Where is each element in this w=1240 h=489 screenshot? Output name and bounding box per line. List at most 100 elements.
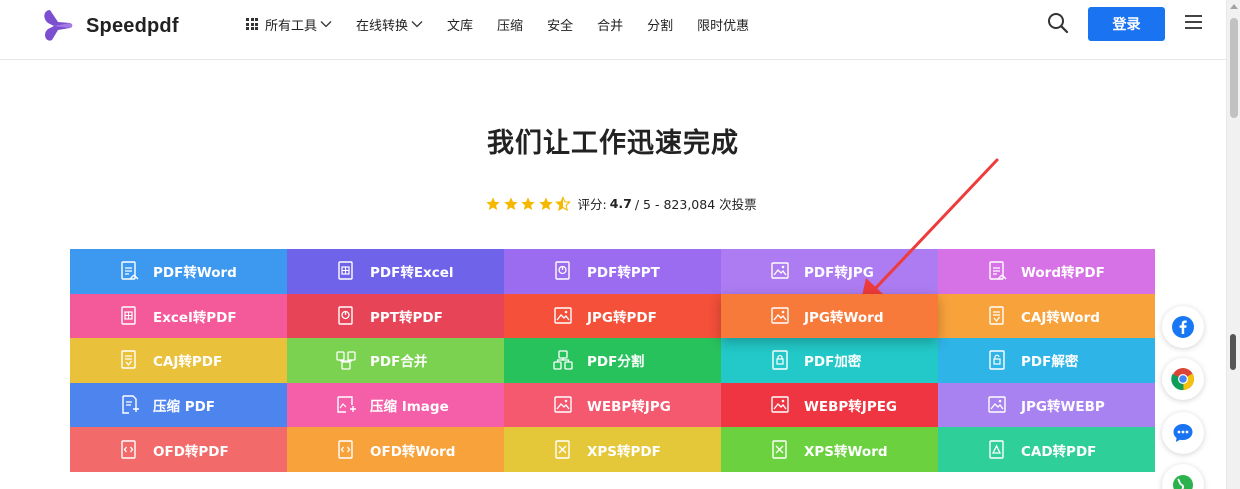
tool-tile[interactable]: XPS转PDF [504, 427, 721, 472]
nav-split[interactable]: 分割 [647, 15, 673, 34]
nav-all-tools[interactable]: 所有工具 [246, 15, 332, 34]
file-xps-icon [772, 439, 787, 459]
file-image-icon [771, 262, 789, 279]
rating-prefix: 评分: [577, 197, 607, 212]
file-doc-icon [989, 261, 1007, 280]
tool-tile[interactable]: WEBP转JPEG [721, 382, 938, 428]
nav-merge[interactable]: 合并 [597, 15, 623, 34]
compress-image-icon [337, 396, 356, 413]
top-header: Speedpdf 所有工具 在线转换 文库 压缩 安全 合并 分割 限时优惠 登… [0, 0, 1226, 60]
tool-tile[interactable]: OFD转PDF [70, 427, 287, 472]
tools-grid: PDF转Word PDF转Excel PDF转PPT PDF转JPG Word转PDF E… [70, 249, 1155, 472]
tool-tile[interactable]: JPG转PDF [504, 293, 721, 339]
scroll-thumb[interactable] [1230, 18, 1238, 118]
tool-label: CAJ转Word [1021, 309, 1100, 326]
nav-label: 所有工具 [265, 18, 318, 34]
nav-label: 文库 [447, 18, 474, 34]
tool-tile[interactable]: PDF转PPT [504, 249, 721, 294]
tool-label: PDF解密 [1021, 354, 1079, 371]
rating-summary: 评分: 4.7 / 5 - 823,084 次投票 [485, 194, 757, 213]
tool-label: PDF转Word [153, 265, 237, 282]
tool-tile[interactable]: PDF解密 [938, 338, 1155, 383]
tool-label: PDF分割 [587, 354, 645, 371]
brand-logo[interactable]: Speedpdf [36, 8, 179, 44]
tool-tile[interactable]: JPG转WEBP [938, 382, 1155, 428]
star-rating [485, 195, 573, 212]
tool-tile[interactable]: PDF转JPG [721, 249, 938, 294]
tool-tile[interactable]: CAJ转PDF [70, 338, 287, 383]
tool-label: XPS转Word [804, 443, 888, 460]
file-caj-icon [121, 350, 136, 370]
tool-tile[interactable]: 压缩 Image [287, 382, 504, 428]
tool-label: PDF加密 [804, 354, 862, 371]
chrome-extension-button[interactable] [1162, 358, 1204, 400]
scroll-up-arrow-icon[interactable] [1230, 4, 1238, 9]
globe-icon [1173, 475, 1193, 489]
file-image-icon [771, 307, 789, 324]
file-xps-icon [555, 439, 570, 459]
tool-tile[interactable]: Excel转PDF [70, 293, 287, 339]
merge-icon [336, 351, 356, 371]
file-caj-icon [989, 306, 1004, 325]
chrome-icon [1171, 368, 1194, 391]
rating-votes: / 5 - 823,084 次投票 [634, 197, 757, 212]
tool-label: PDF转Excel [370, 265, 454, 282]
chat-icon [1173, 424, 1193, 442]
split-icon [553, 350, 573, 371]
tool-tile[interactable]: PDF合并 [287, 338, 504, 383]
nav-label: 合并 [597, 18, 624, 34]
tool-tile[interactable]: Word转PDF [938, 249, 1155, 294]
file-code-icon [121, 439, 136, 459]
nav-library[interactable]: 文库 [447, 15, 473, 34]
tool-label: XPS转PDF [587, 443, 661, 460]
tool-label: OFD转Word [370, 443, 456, 460]
search-icon[interactable] [1047, 12, 1069, 34]
main-nav: 所有工具 在线转换 文库 压缩 安全 合并 分割 限时优惠 [246, 0, 773, 48]
tool-label: WEBP转JPEG [804, 399, 898, 416]
scroll-position-marker [1230, 334, 1236, 370]
file-image-icon [554, 396, 572, 413]
tool-tile[interactable]: XPS转Word [721, 427, 938, 472]
page-scrollbar[interactable] [1226, 0, 1240, 489]
tool-label: Excel转PDF [153, 309, 237, 326]
nav-label: 在线转换 [356, 18, 409, 34]
tool-tile[interactable]: PDF分割 [504, 338, 721, 383]
tool-tile[interactable]: CAD转PDF [938, 427, 1155, 472]
butterfly-logo-icon [44, 10, 73, 41]
lock-icon [772, 350, 788, 371]
login-button[interactable]: 登录 [1088, 7, 1165, 41]
chevron-down-icon [411, 21, 423, 28]
tool-tile[interactable]: PPT转PDF [287, 293, 504, 339]
tool-tile[interactable]: PDF转Word [70, 249, 287, 294]
chat-support-button[interactable] [1162, 412, 1204, 454]
tool-label: PDF合并 [370, 354, 428, 371]
unlock-icon [989, 350, 1005, 371]
tool-label: CAD转PDF [1021, 443, 1097, 460]
file-image-icon [988, 396, 1006, 413]
tool-tile[interactable]: JPG转Word [721, 293, 938, 339]
facebook-share-button[interactable] [1162, 306, 1204, 348]
nav-label: 安全 [547, 18, 574, 34]
tool-tile[interactable]: OFD转Word [287, 427, 504, 472]
tool-tile[interactable]: 压缩 PDF [70, 382, 287, 428]
nav-limited-offer[interactable]: 限时优惠 [697, 15, 749, 34]
nav-compress[interactable]: 压缩 [497, 15, 523, 34]
file-excel-icon [121, 306, 136, 325]
tool-tile[interactable]: PDF转Excel [287, 249, 504, 294]
tool-tile[interactable]: CAJ转Word [938, 293, 1155, 339]
tool-tile[interactable]: PDF加密 [721, 338, 938, 383]
tool-label: 压缩 PDF [153, 399, 216, 416]
star-full-icon [538, 196, 553, 210]
file-ppt-icon [555, 261, 570, 280]
language-button[interactable] [1162, 464, 1204, 489]
tool-tile[interactable]: WEBP转JPG [504, 382, 721, 428]
hamburger-menu-icon[interactable] [1185, 15, 1202, 30]
nav-security[interactable]: 安全 [547, 15, 573, 34]
star-full-icon [486, 196, 500, 210]
grid-icon [246, 18, 258, 30]
file-excel-icon [338, 261, 353, 280]
nav-label: 分割 [647, 18, 674, 34]
tool-label: JPG转Word [804, 309, 884, 326]
tool-label: OFD转PDF [153, 443, 229, 460]
nav-online-convert[interactable]: 在线转换 [356, 15, 423, 34]
